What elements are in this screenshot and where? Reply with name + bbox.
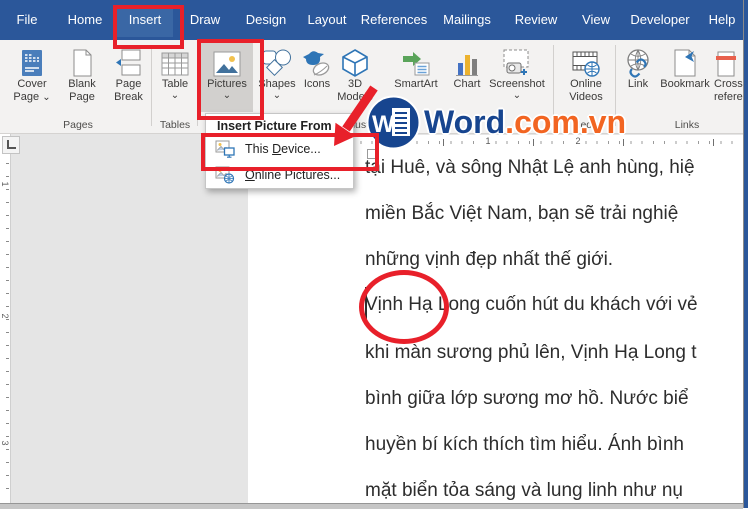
button-label: Bookmark [660,78,710,90]
svg-text:W: W [372,111,395,138]
page-break-icon [115,42,143,78]
button-label: Break [114,91,143,103]
tab-design[interactable]: Design [246,0,286,40]
watermark-text: Word.com.vn [424,104,627,140]
button-label: Icons [303,78,331,90]
group-divider [151,45,152,126]
button-label: Online [570,78,602,90]
word-logo-icon: W [366,95,421,150]
table-button[interactable]: Table ⌄ [153,42,197,118]
vruler-number: 1 [0,181,10,187]
pictures-icon [212,42,242,78]
button-label: Cover [17,78,47,90]
menu-item-online-pictures[interactable]: Online Pictures... [206,162,353,188]
window-right-edge [743,0,748,508]
document-line: những vịnh đẹp nhất thế giới. [365,249,614,270]
online-pictures-icon [215,166,237,184]
tab-insert[interactable]: Insert [129,0,162,40]
icons-bird-icon [302,42,332,78]
button-label: Page ⌄ [13,91,51,103]
3d-models-icon [340,42,370,78]
button-label: Page [69,91,95,103]
group-label-tables: Tables [159,119,191,131]
button-label: Page [115,78,142,90]
smartart-icon [401,42,431,78]
tab-draw[interactable]: Draw [190,0,220,40]
window-bottom-edge [0,503,743,509]
dropdown-header: Insert Picture From [217,119,332,133]
link-button[interactable]: Link [621,42,655,118]
tab-developer[interactable]: Developer [630,0,689,40]
this-device-icon [215,140,237,158]
document-line: tại Huê, và sông Nhật Lệ anh hùng, hiệ [365,157,695,178]
table-icon [160,42,190,78]
tab-mailings[interactable]: Mailings [443,0,491,40]
document-line: khi màn sương phủ lên, Vịnh Hạ Long t [365,342,697,363]
chevron-down-icon: ⌄ [42,92,51,103]
pictures-button[interactable]: Pictures ⌄ [201,42,253,112]
shapes-icon [261,42,293,78]
tab-file[interactable]: File [17,0,38,40]
menu-item-label: This Device... [245,142,321,156]
document-line: bình giữa lớp sương mơ hồ. Nước biể [365,388,689,409]
online-videos-icon [571,42,601,78]
tab-references[interactable]: References [361,0,427,40]
vruler-number: 3 [0,440,10,446]
document-line: mặt biển tỏa sáng và lung linh như nụ [365,480,683,501]
link-icon [623,42,653,78]
tab-view[interactable]: View [582,0,610,40]
chevron-down-icon: ⌄ [170,90,180,101]
tab-review[interactable]: Review [515,0,558,40]
group-label-links: Links [674,119,700,131]
cross-reference-icon [714,42,740,78]
blank-page-icon [70,42,94,78]
watermark-logo: W Word.com.vn [366,95,626,150]
tab-selector[interactable] [2,136,20,154]
indent-marker[interactable] [367,149,379,159]
chart-icon [453,42,481,78]
screenshot-icon [502,42,532,78]
insert-picture-dropdown: Insert Picture From This Device... Onlin… [205,113,354,189]
button-label: Cross- [714,78,747,90]
group-label-pages: Pages [63,119,93,131]
document-line: miền Bắc Việt Nam, bạn sẽ trải nghiệ [365,203,679,224]
document-page[interactable]: tại Huê, và sông Nhật Lệ anh hùng, hiệ m… [248,149,743,503]
button-label: SmartArt [394,78,438,90]
document-line: huyền bí kích thích tìm hiểu. Ánh bình [365,434,684,455]
button-label: Link [627,78,649,90]
button-label: Chart [453,78,481,90]
page-break-button[interactable]: Page Break [106,42,151,118]
icons-button[interactable]: Icons [300,42,334,118]
document-line: Vịnh Hạ Long cuốn hút du khách với vẻ [365,294,698,315]
menu-bar: File Home Insert Draw Design Layout Refe… [0,0,748,40]
cover-page-button[interactable]: Cover Page ⌄ [6,42,58,118]
menu-item-this-device[interactable]: This Device... [206,136,353,162]
chevron-down-icon: ⌄ [272,90,282,101]
vruler-number: 2 [0,313,10,319]
group-divider [197,45,198,126]
text-cursor [365,287,367,319]
tab-stop-icon [7,140,16,149]
shapes-button[interactable]: Shapes ⌄ [254,42,300,118]
bookmark-button[interactable]: Bookmark [655,42,715,118]
chevron-down-icon: ⌄ [222,90,232,101]
cover-page-icon [19,42,45,78]
menu-item-label: Online Pictures... [245,168,341,182]
tab-layout[interactable]: Layout [307,0,346,40]
tab-home[interactable]: Home [68,0,103,40]
vertical-ruler: 1 2 3 [0,133,11,503]
button-label: Blank [68,78,96,90]
blank-page-button[interactable]: Blank Page [59,42,105,118]
button-label: 3D [347,78,363,90]
tab-help[interactable]: Help [709,0,736,40]
bookmark-icon [672,42,698,78]
